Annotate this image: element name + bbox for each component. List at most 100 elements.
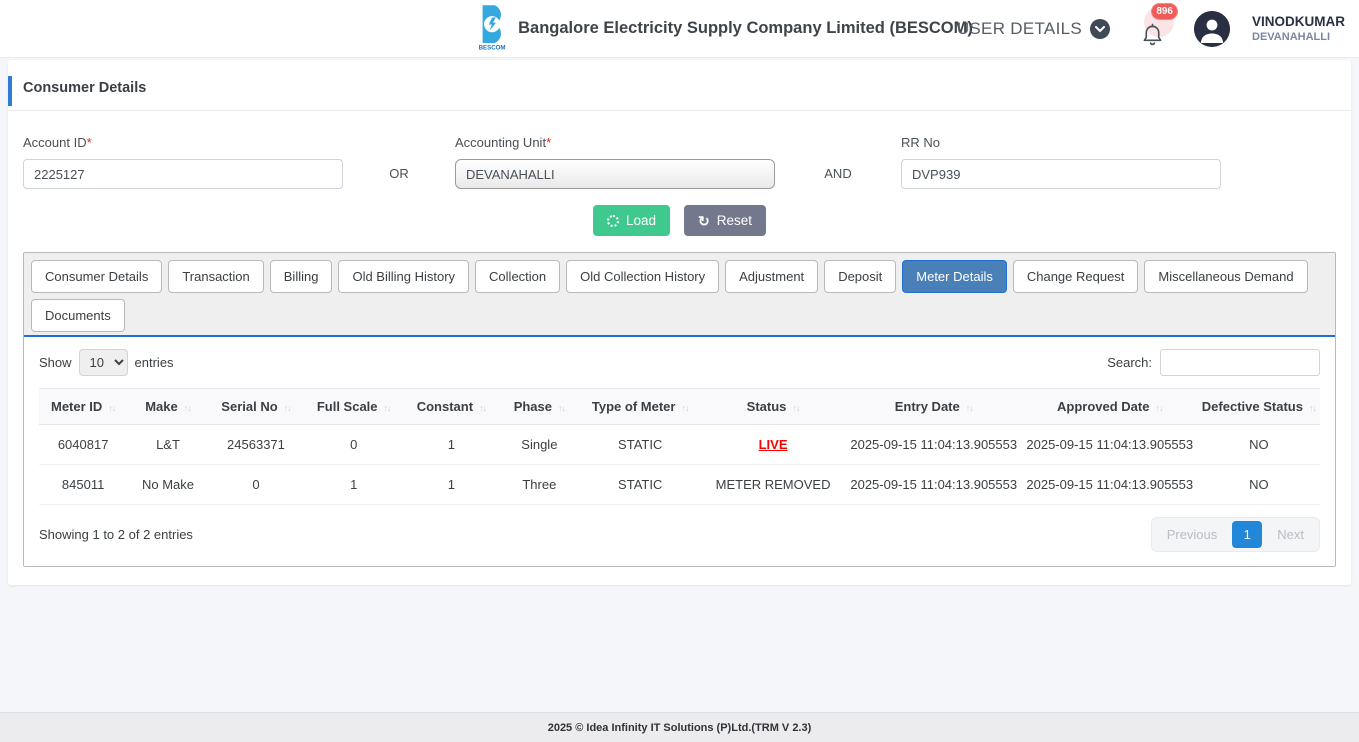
rr-no-label: RR No	[901, 135, 1221, 150]
title-accent-bar	[8, 76, 12, 106]
tab-billing[interactable]: Billing	[270, 260, 333, 293]
rr-no-input[interactable]	[901, 159, 1221, 189]
tab-deposit[interactable]: Deposit	[824, 260, 896, 293]
brand: BESCOM Bangalore Electricity Supply Comp…	[476, 4, 973, 53]
account-id-input[interactable]	[23, 159, 343, 189]
cell-serial-no: 0	[209, 465, 304, 505]
cell-defective-status: NO	[1198, 465, 1320, 505]
required-asterisk: *	[546, 135, 551, 150]
col-meter-id[interactable]: Meter ID↑↓	[39, 389, 127, 425]
cell-make: No Make	[127, 465, 208, 505]
sort-icon: ↑↓	[792, 403, 799, 413]
col-defective-status[interactable]: Defective Status↑↓	[1198, 389, 1320, 425]
and-label: AND	[775, 166, 901, 189]
meter-details-panel: Show 10 entries Search:	[24, 337, 1335, 566]
cell-constant: 1	[404, 465, 499, 505]
cell-defective-status: NO	[1198, 425, 1320, 465]
cell-approved-date: 2025-09-15 11:04:13.905553	[1022, 425, 1198, 465]
sort-icon: ↑↓	[384, 403, 391, 413]
page-title: Consumer Details	[23, 80, 146, 96]
show-label: Show	[39, 355, 72, 370]
spinner-icon	[607, 215, 619, 227]
tab-documents[interactable]: Documents	[31, 299, 125, 332]
tab-miscellaneous-demand[interactable]: Miscellaneous Demand	[1144, 260, 1307, 293]
lookup-form: Account ID* OR Accounting Unit* AND RR N…	[8, 111, 1351, 189]
reset-button[interactable]: ↻ Reset	[684, 205, 766, 236]
person-icon	[1207, 20, 1218, 31]
load-button[interactable]: Load	[593, 205, 670, 236]
footer-text: 2025 © Idea Infinity IT Solutions (P)Ltd…	[548, 722, 812, 734]
col-full-scale[interactable]: Full Scale↑↓	[303, 389, 404, 425]
sort-icon: ↑↓	[284, 403, 291, 413]
accounting-unit-input[interactable]	[455, 159, 775, 189]
col-type-of-meter[interactable]: Type of Meter↑↓	[580, 389, 700, 425]
col-entry-date[interactable]: Entry Date↑↓	[846, 389, 1022, 425]
table-row: 6040817 L&T 24563371 0 1 Single STATIC L…	[39, 425, 1320, 465]
tab-old-billing-history[interactable]: Old Billing History	[338, 260, 469, 293]
cell-make: L&T	[127, 425, 208, 465]
col-phase[interactable]: Phase↑↓	[499, 389, 580, 425]
page-size-select[interactable]: 10	[79, 349, 128, 376]
tab-strip: Consumer Details Transaction Billing Old…	[24, 253, 1335, 337]
user-details-dropdown[interactable]: USER DETAILS	[957, 19, 1110, 39]
tab-transaction[interactable]: Transaction	[168, 260, 263, 293]
search-input[interactable]	[1160, 349, 1320, 376]
cell-meter-id: 845011	[39, 465, 127, 505]
tab-collection[interactable]: Collection	[475, 260, 560, 293]
cell-approved-date: 2025-09-15 11:04:13.905553	[1022, 465, 1198, 505]
entries-summary: Showing 1 to 2 of 2 entries	[39, 527, 193, 542]
cell-status: METER REMOVED	[700, 465, 845, 505]
chevron-down-icon	[1090, 19, 1110, 39]
cell-full-scale: 0	[303, 425, 404, 465]
cell-serial-no: 24563371	[209, 425, 304, 465]
app-footer: 2025 © Idea Infinity IT Solutions (P)Ltd…	[0, 712, 1359, 742]
cell-entry-date: 2025-09-15 11:04:13.905553	[846, 425, 1022, 465]
cell-full-scale: 1	[303, 465, 404, 505]
app-header: BESCOM Bangalore Electricity Supply Comp…	[0, 0, 1359, 58]
sort-icon: ↑↓	[1309, 403, 1316, 413]
notification-count-badge: 896	[1151, 3, 1178, 20]
sort-icon: ↑↓	[108, 403, 115, 413]
cell-phase: Three	[499, 465, 580, 505]
col-constant[interactable]: Constant↑↓	[404, 389, 499, 425]
cell-type-of-meter: STATIC	[580, 425, 700, 465]
logo-caption: BESCOM	[479, 45, 506, 50]
col-serial-no[interactable]: Serial No↑↓	[209, 389, 304, 425]
refresh-icon: ↻	[698, 214, 710, 228]
cell-constant: 1	[404, 425, 499, 465]
page-1-button[interactable]: 1	[1232, 521, 1262, 548]
status-live-link[interactable]: LIVE	[759, 437, 788, 452]
required-asterisk: *	[87, 135, 92, 150]
next-page-button[interactable]: Next	[1265, 521, 1316, 548]
search-label: Search:	[1107, 355, 1152, 370]
col-approved-date[interactable]: Approved Date↑↓	[1022, 389, 1198, 425]
tab-consumer-details[interactable]: Consumer Details	[31, 260, 162, 293]
cell-phase: Single	[499, 425, 580, 465]
col-status[interactable]: Status↑↓	[700, 389, 845, 425]
sort-icon: ↑↓	[479, 403, 486, 413]
cell-status: LIVE	[700, 425, 845, 465]
meter-details-table: Meter ID↑↓ Make↑↓ Serial No↑↓ Full Scale…	[39, 388, 1320, 505]
tab-old-collection-history[interactable]: Old Collection History	[566, 260, 719, 293]
tab-meter-details[interactable]: Meter Details	[902, 260, 1007, 293]
user-avatar[interactable]	[1194, 11, 1230, 47]
table-header-row: Meter ID↑↓ Make↑↓ Serial No↑↓ Full Scale…	[39, 389, 1320, 425]
table-row: 845011 No Make 0 1 1 Three STATIC METER …	[39, 465, 1320, 505]
notifications-button[interactable]: 896	[1132, 7, 1172, 51]
pagination: Previous 1 Next	[1151, 517, 1320, 552]
consumer-details-card: Consumer Details Account ID* OR Accounti…	[8, 60, 1351, 585]
user-location: DEVANAHALLI	[1252, 31, 1345, 45]
sort-icon: ↑↓	[1155, 403, 1162, 413]
account-id-label: Account ID*	[23, 135, 343, 150]
previous-page-button[interactable]: Previous	[1155, 521, 1230, 548]
tab-change-request[interactable]: Change Request	[1013, 260, 1139, 293]
cell-entry-date: 2025-09-15 11:04:13.905553	[846, 465, 1022, 505]
tab-adjustment[interactable]: Adjustment	[725, 260, 818, 293]
user-name: VINODKUMAR	[1252, 14, 1345, 31]
col-make[interactable]: Make↑↓	[127, 389, 208, 425]
sort-icon: ↑↓	[558, 403, 565, 413]
sort-icon: ↑↓	[966, 403, 973, 413]
accounting-unit-label: Accounting Unit*	[455, 135, 775, 150]
entries-label: entries	[135, 355, 174, 370]
tab-panel: Consumer Details Transaction Billing Old…	[23, 252, 1336, 567]
